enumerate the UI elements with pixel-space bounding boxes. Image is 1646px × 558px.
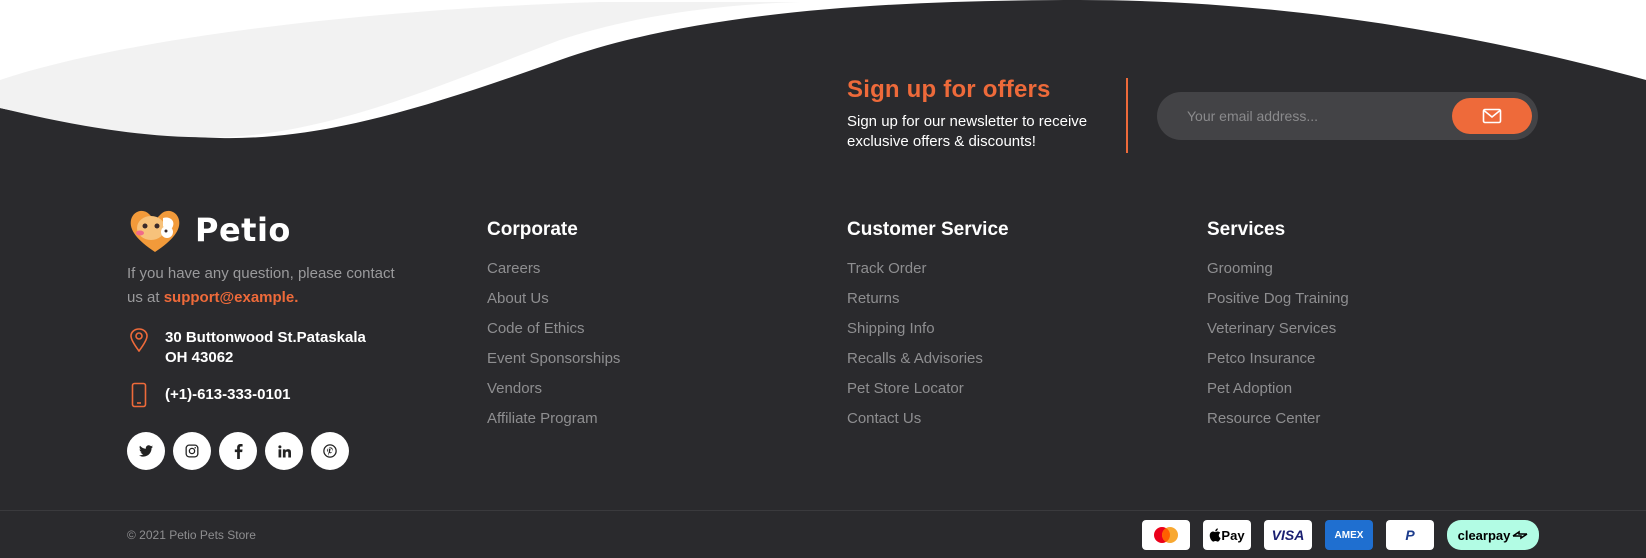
address-row: 30 Buttonwood St.Pataskala OH 43062 [127,328,397,368]
payment-methods: Pay VISA AMEX P clearpay [1142,520,1539,550]
link-veterinary-services[interactable]: Veterinary Services [1207,319,1349,349]
logo[interactable]: Petio [127,206,397,254]
link-pet-store-locator[interactable]: Pet Store Locator [847,379,1009,409]
link-shipping-info[interactable]: Shipping Info [847,319,1009,349]
address-text: 30 Buttonwood St.Pataskala OH 43062 [165,329,366,366]
clearpay-icon: clearpay [1447,520,1539,550]
column-title-corporate: Corporate [487,219,578,240]
link-event-sponsorships[interactable]: Event Sponsorships [487,349,620,379]
link-vendors[interactable]: Vendors [487,379,620,409]
customer-service-links: Track Order Returns Shipping Info Recall… [847,259,1009,439]
services-links: Grooming Positive Dog Training Veterinar… [1207,259,1349,439]
logo-text: Petio [195,211,291,249]
link-positive-dog-training[interactable]: Positive Dog Training [1207,289,1349,319]
amex-icon: AMEX [1325,520,1373,550]
newsletter-text: Sign up for our newsletter to receive ex… [847,113,1088,150]
link-resource-center[interactable]: Resource Center [1207,409,1349,439]
twitter-icon[interactable] [127,432,165,470]
newsletter-form [1157,92,1538,140]
column-title-services: Services [1207,219,1286,240]
mail-icon [1482,108,1502,124]
services-column: Services Grooming Positive Dog Training … [1207,219,1349,439]
copyright-text: © 2021 Petio Pets Store [127,528,256,542]
newsletter-section: Sign up for offers Sign up for our newsl… [847,76,1127,152]
link-returns[interactable]: Returns [847,289,1009,319]
link-petco-insurance[interactable]: Petco Insurance [1207,349,1349,379]
contact-description: If you have any question, please contact… [127,265,395,306]
instagram-icon[interactable] [173,432,211,470]
link-recalls-advisories[interactable]: Recalls & Advisories [847,349,1009,379]
link-about-us[interactable]: About Us [487,289,620,319]
phone-icon [127,382,151,408]
newsletter-divider [1126,78,1128,153]
link-pet-adoption[interactable]: Pet Adoption [1207,379,1349,409]
link-track-order[interactable]: Track Order [847,259,1009,289]
linkedin-icon[interactable] [265,432,303,470]
apple-pay-icon: Pay [1203,520,1251,550]
phone-row: (+1)-613-333-0101 [127,382,397,408]
customer-service-column: Customer Service Track Order Returns Shi… [847,219,1009,439]
phone-number[interactable]: (+1)-613-333-0101 [165,385,291,405]
support-email-link[interactable]: support@example. [164,289,299,306]
visa-icon: VISA [1264,520,1312,550]
email-input[interactable] [1187,92,1447,140]
column-title-customer-service: Customer Service [847,219,1009,240]
link-affiliate-program[interactable]: Affiliate Program [487,409,620,439]
mastercard-icon [1142,520,1190,550]
social-links [127,432,397,470]
paypal-icon: P [1386,520,1434,550]
newsletter-title: Sign up for offers [847,76,1051,103]
subscribe-button[interactable] [1452,98,1532,134]
map-pin-icon [127,328,151,352]
pinterest-icon[interactable] [311,432,349,470]
link-grooming[interactable]: Grooming [1207,259,1349,289]
corporate-column: Corporate Careers About Us Code of Ethic… [487,219,620,439]
corporate-links: Careers About Us Code of Ethics Event Sp… [487,259,620,439]
link-code-of-ethics[interactable]: Code of Ethics [487,319,620,349]
brand-column: Petio If you have any question, please c… [127,206,397,470]
link-careers[interactable]: Careers [487,259,620,289]
bottom-divider [0,510,1646,511]
petio-logo-icon [130,210,180,252]
facebook-icon[interactable] [219,432,257,470]
link-contact-us[interactable]: Contact Us [847,409,1009,439]
